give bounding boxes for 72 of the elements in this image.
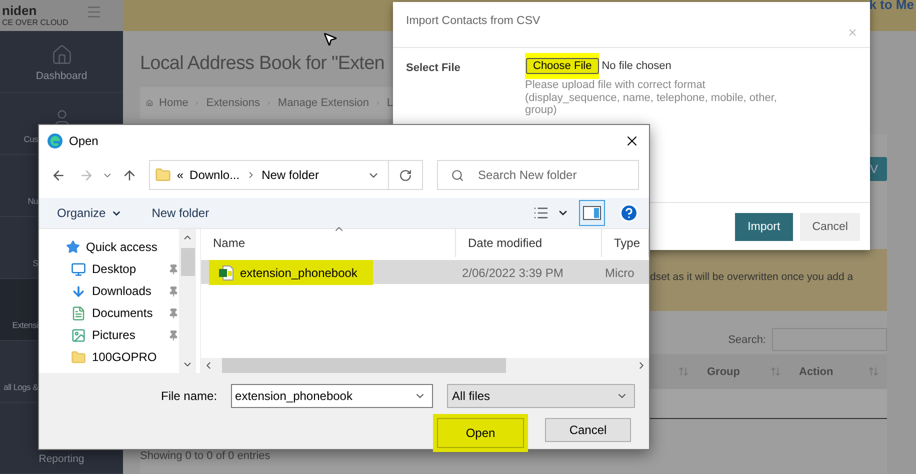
download-icon <box>71 284 86 298</box>
column-header[interactable]: Name <box>201 229 456 257</box>
search-icon <box>451 169 464 182</box>
scrollbar-thumb[interactable] <box>222 358 506 373</box>
entries-info: Showing 0 to 0 of 0 entries <box>140 450 270 462</box>
sidebar-label: all Logs & <box>2 382 38 392</box>
file-name-field[interactable]: extension_phonebook <box>231 384 434 408</box>
refresh-icon <box>399 168 412 182</box>
folder-icon <box>71 350 86 364</box>
sidebar-label: Cus <box>22 134 38 144</box>
format-hint: Please upload file with correct format (display_sequence, name, telephone, mobile, other, group) <box>525 79 778 116</box>
open-button[interactable]: Open <box>437 418 524 448</box>
chevron-icon <box>194 98 200 108</box>
path-segment[interactable]: Downlo... <box>190 168 240 182</box>
file-type-select[interactable]: All files <box>447 384 636 408</box>
path-overflow[interactable]: « <box>176 168 184 182</box>
home-icon <box>146 97 154 109</box>
import-button[interactable]: Import <box>734 212 794 240</box>
modal-title: Import Contacts from CSV <box>406 15 540 29</box>
page-title: Local Address Book for "Exten <box>140 52 384 76</box>
nav-item[interactable]: Documents <box>66 303 179 323</box>
help-icon[interactable] <box>619 203 639 223</box>
dialog-title: Open <box>69 134 100 148</box>
folder-icon <box>154 167 171 183</box>
sidebar-item[interactable]: Dashboard <box>0 31 123 93</box>
logo-tagline: CE OVER CLOUD <box>2 18 68 28</box>
organize-button[interactable]: Organize <box>57 206 122 220</box>
picture-icon <box>71 328 86 342</box>
file-name-label: File name: <box>161 389 218 403</box>
file-date: 2/06/2022 3:39 PM <box>461 266 564 280</box>
choose-file-button[interactable]: Choose File <box>526 58 599 74</box>
column-header[interactable]: Type <box>602 229 649 257</box>
path-segment[interactable]: New folder <box>262 168 319 182</box>
scrollbar-thumb[interactable] <box>180 248 194 276</box>
sidebar-label: Nu <box>26 196 38 206</box>
star-icon <box>66 240 80 254</box>
home-icon <box>50 44 72 66</box>
nav-item[interactable]: 100GOPRO <box>66 347 179 367</box>
spreadsheet-icon <box>218 264 234 280</box>
alert-banner: dset as it will be overwritten once you add a <box>650 249 887 311</box>
chevron-icon <box>266 98 272 108</box>
nav-item[interactable]: Downloads <box>66 281 179 301</box>
up-arrow-icon[interactable] <box>122 168 137 182</box>
nav-item[interactable]: Pictures <box>66 325 179 345</box>
nav-item[interactable]: Quick access <box>66 237 179 257</box>
cancel-button[interactable]: Cancel <box>800 212 860 240</box>
sidebar-label: S <box>32 258 38 268</box>
sidebar-label: Dashboard <box>36 70 88 82</box>
address-bar[interactable]: « Downlo... New folder <box>148 160 424 190</box>
file-type: Micro <box>604 266 636 280</box>
preview-pane-icon <box>583 206 601 220</box>
chevron-icon <box>375 98 381 108</box>
column-header[interactable]: Date modified <box>456 229 602 257</box>
new-folder-button[interactable]: New folder <box>152 206 210 220</box>
preview-pane-button[interactable] <box>579 200 605 226</box>
nav-item[interactable]: Desktop <box>66 259 179 279</box>
field-label: Select File <box>406 62 462 74</box>
desktop-icon <box>71 262 86 276</box>
logo: niden <box>2 3 37 18</box>
scrollbar[interactable] <box>179 229 196 373</box>
file-status: No file chosen <box>602 60 672 72</box>
file-name: extension_phonebook <box>240 266 358 280</box>
scrollbar[interactable] <box>201 358 649 373</box>
file-row[interactable]: extension_phonebook 2/06/2022 3:39 PM Micro <box>201 260 649 284</box>
cancel-button[interactable]: Cancel <box>545 418 632 442</box>
sidebar-label: Extensi <box>11 320 38 330</box>
view-icon[interactable] <box>533 205 549 221</box>
search-label: Search: <box>728 334 766 346</box>
document-icon <box>71 306 86 320</box>
cursor-icon <box>322 31 338 47</box>
sidebar-label: Reporting <box>38 453 84 465</box>
browser-icon <box>47 132 63 148</box>
